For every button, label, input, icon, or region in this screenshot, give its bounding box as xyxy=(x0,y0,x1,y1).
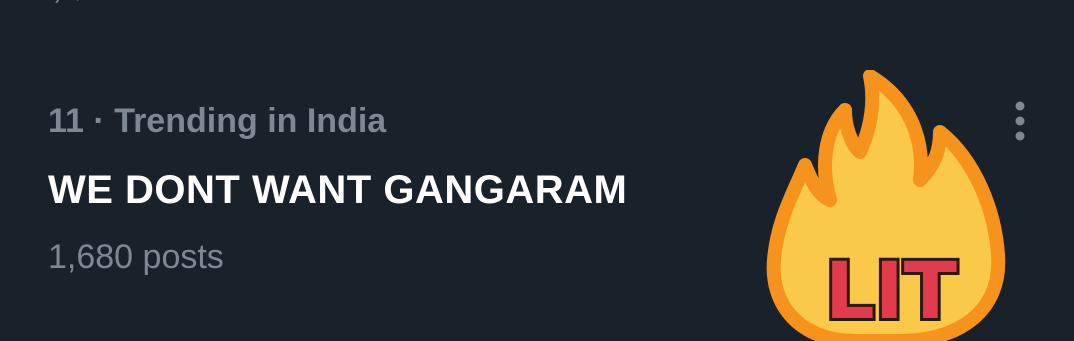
trend-item[interactable]: 11 · Trending in India WE DONT WANT GANG… xyxy=(0,69,1074,341)
trend-title[interactable]: WE DONT WANT GANGARAM xyxy=(48,168,627,213)
trend-category: Trending in India xyxy=(114,102,387,140)
more-options-button[interactable] xyxy=(1000,96,1040,146)
fire-icon: LIT xyxy=(766,69,1006,341)
previous-item-clipped-text: ⁴⁄ ᵖ xyxy=(48,0,87,10)
more-options-icon xyxy=(1015,101,1025,141)
trend-rank: 11 xyxy=(48,102,84,140)
trend-post-count: 1,680 posts xyxy=(48,238,224,276)
fire-lit-sticker: LIT xyxy=(760,69,1020,341)
sticker-text: LIT xyxy=(825,247,957,337)
trend-separator: · xyxy=(93,102,105,140)
trending-screen: ⁴⁄ ᵖ 11 · Trending in India WE DONT WANT… xyxy=(0,0,1074,341)
trend-meta: 11 · Trending in India xyxy=(48,102,386,141)
